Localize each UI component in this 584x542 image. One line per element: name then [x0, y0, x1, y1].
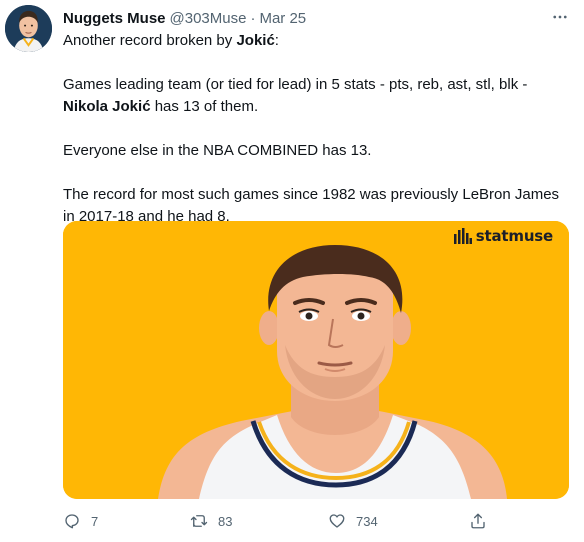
- tweet-actions: 7 83 734: [63, 509, 493, 533]
- tweet-paragraph-2: Games leading team (or tied for lead) in…: [63, 76, 528, 115]
- mention-jokic: Jokić: [236, 32, 275, 49]
- retweet-icon: [190, 515, 208, 527]
- statmuse-logo-icon: [453, 228, 472, 244]
- tweet-header: Nuggets Muse @303Muse · Mar 25: [63, 8, 306, 28]
- tweet-date[interactable]: Mar 25: [259, 10, 306, 27]
- more-options-button[interactable]: [549, 6, 571, 28]
- reply-icon: [65, 514, 79, 529]
- brand-label: statmuse: [475, 227, 553, 245]
- reply-count: 7: [91, 513, 99, 529]
- reply-button[interactable]: 7: [63, 509, 98, 533]
- bold-name: Nikola Jokić: [63, 98, 151, 115]
- separator-dot: ·: [250, 9, 256, 27]
- avatar[interactable]: [5, 5, 52, 52]
- like-count: 734: [356, 513, 378, 529]
- tweet-media-image[interactable]: statmuse: [63, 221, 569, 499]
- retweet-count: 83: [218, 513, 233, 529]
- tweet[interactable]: Nuggets Muse @303Muse · Mar 25 Another r…: [0, 0, 584, 542]
- display-name[interactable]: Nuggets Muse: [63, 10, 166, 27]
- player-illustration: [63, 221, 569, 499]
- share-icon: [471, 513, 485, 529]
- user-handle[interactable]: @303Muse: [170, 10, 247, 27]
- like-button[interactable]: 734: [328, 509, 378, 533]
- more-icon: [553, 15, 567, 19]
- statmuse-brand: statmuse: [453, 227, 553, 245]
- tweet-text: Another record broken by Jokić: Games le…: [63, 30, 573, 228]
- heart-icon: [329, 514, 345, 528]
- tweet-line-1: Another record broken by Jokić:: [63, 32, 279, 49]
- share-button[interactable]: [469, 509, 487, 533]
- tweet-paragraph-3: Everyone else in the NBA COMBINED has 13…: [63, 142, 372, 159]
- retweet-button[interactable]: 83: [190, 509, 232, 533]
